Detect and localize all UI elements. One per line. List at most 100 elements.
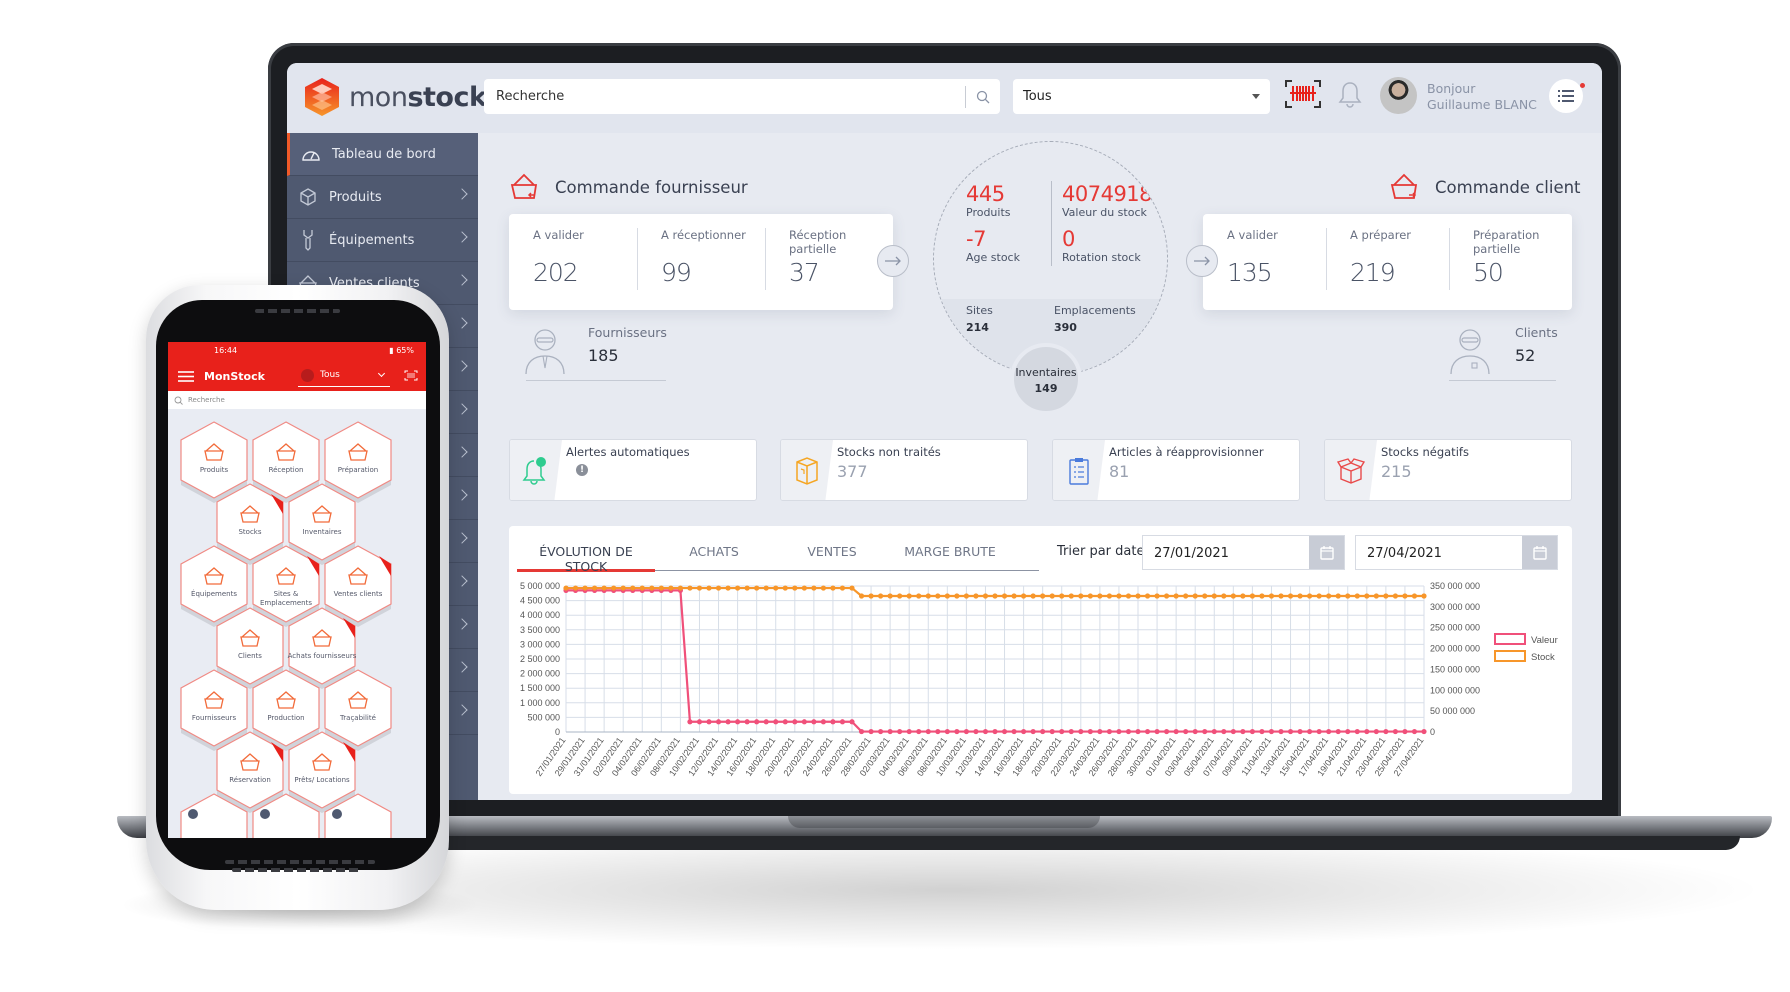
data-point-stock: [839, 585, 846, 591]
data-point-stock: [1192, 593, 1198, 599]
alert-card-untreated-stock[interactable]: Stocks non traités 377: [780, 439, 1028, 501]
sidebar-item-label: Équipements: [329, 232, 415, 248]
stat-sites[interactable]: Sites 214: [966, 302, 993, 336]
supplier-stat-to-receive[interactable]: A réceptionner 99: [637, 214, 765, 310]
clients-count[interactable]: Clients 52: [1447, 325, 1558, 375]
alert-card-restock[interactable]: Articles à réapprovisionner 81: [1052, 439, 1300, 501]
data-point-valeur: [1421, 728, 1427, 735]
data-point-stock: [849, 585, 855, 591]
module-tile-partial[interactable]: [177, 792, 251, 838]
date-to-field[interactable]: 27/04/2021: [1355, 535, 1558, 570]
y-left-tick-label: 4 000 000: [520, 610, 560, 620]
stat-products[interactable]: 445 Produits: [966, 182, 1011, 219]
main-menu-button[interactable]: [1549, 79, 1585, 113]
data-point-stock: [1183, 593, 1189, 599]
module-tile-partial[interactable]: [249, 792, 323, 838]
tab-stock-evolution[interactable]: ÉVOLUTION DE STOCK: [517, 536, 655, 574]
search-input[interactable]: Recherche: [484, 79, 1000, 114]
client-stat-partial-preparation[interactable]: Préparation partielle 50: [1449, 214, 1572, 310]
stat-locations[interactable]: Emplacements 390: [1054, 302, 1136, 336]
data-point-valeur: [1307, 728, 1313, 735]
data-point-stock: [572, 585, 579, 591]
sidebar-item-products[interactable]: Produits: [287, 176, 478, 219]
data-point-stock: [1335, 593, 1341, 599]
client-stat-to-prepare[interactable]: A préparer 219: [1326, 214, 1449, 310]
data-point-valeur: [1326, 728, 1332, 735]
stat-rotation[interactable]: 0 Rotation stock: [1062, 227, 1141, 264]
mobile-app-screen: 16:44 ▮ 65% MonStock Tous Recherche Prod…: [168, 342, 426, 838]
mobile-search-input[interactable]: Recherche: [168, 391, 426, 409]
data-point-stock: [1164, 593, 1170, 599]
data-point-valeur: [925, 728, 931, 735]
supplier-stat-to-validate[interactable]: A valider 202: [509, 214, 637, 310]
tab-sales[interactable]: VENTES: [773, 536, 891, 570]
user-avatar[interactable]: [1380, 77, 1417, 114]
module-tile-partial[interactable]: [321, 792, 395, 838]
date-from-field[interactable]: 27/01/2021: [1142, 535, 1345, 570]
data-point-valeur: [1116, 728, 1122, 735]
y-left-tick-label: 2 000 000: [520, 669, 560, 679]
circle-divider: [1051, 181, 1052, 266]
site-filter-value: Tous: [1023, 89, 1052, 104]
y-right-tick-label: 350 000 000: [1430, 581, 1480, 591]
data-point-stock: [792, 585, 798, 591]
sidebar-item-dashboard[interactable]: Tableau de bord: [287, 133, 478, 176]
inventories-bubble[interactable]: Inventaires 149: [1010, 343, 1082, 415]
y-left-tick-label: 1 500 000: [520, 683, 560, 693]
phone-top-speaker: [255, 309, 340, 313]
search-icon[interactable]: [966, 90, 1000, 104]
brand-logo[interactable]: monstock: [303, 77, 487, 117]
stat-value: 202: [533, 258, 579, 287]
data-point-stock: [611, 585, 617, 591]
data-point-valeur: [1211, 728, 1217, 735]
hexagon-shape: [252, 793, 320, 838]
data-point-valeur: [935, 728, 941, 735]
data-point-valeur: [1087, 728, 1093, 735]
supplier-arrow-button[interactable]: [877, 245, 909, 277]
basket-out-icon: [1390, 173, 1418, 199]
tab-purchases[interactable]: ACHATS: [655, 536, 773, 570]
alert-card-automatic[interactable]: Alertes automatiques !: [509, 439, 757, 501]
barcode-scan-icon[interactable]: [1284, 79, 1322, 109]
data-point-stock: [1154, 593, 1160, 599]
data-point-stock: [649, 585, 655, 591]
calendar-icon[interactable]: [1522, 536, 1557, 569]
alert-title: Stocks non traités: [837, 445, 941, 459]
module-label: Sites & Emplacements: [259, 590, 313, 607]
data-point-stock: [878, 593, 884, 599]
site-filter-select[interactable]: Tous: [1013, 79, 1270, 114]
notification-bell-icon[interactable]: [1337, 79, 1363, 109]
laptop-notch: [788, 816, 1100, 828]
y-left-tick-label: 500 000: [527, 712, 560, 722]
data-point-valeur: [1259, 728, 1265, 735]
data-point-valeur: [992, 728, 998, 735]
data-point-valeur: [811, 719, 817, 725]
client-stat-to-validate[interactable]: A valider 135: [1203, 214, 1326, 310]
suppliers-count[interactable]: Fournisseurs 185: [522, 325, 667, 375]
tab-gross-margin[interactable]: MARGE BRUTE: [891, 536, 1009, 570]
sidebar-item-label: Produits: [329, 189, 382, 205]
client-arrow-button[interactable]: [1186, 245, 1218, 277]
stat-stock-value[interactable]: 4074918 Valeur du stock: [1062, 182, 1153, 219]
y-right-tick-label: 150 000 000: [1430, 664, 1480, 674]
supplier-stat-partial-reception[interactable]: Réception partielle 37: [765, 214, 893, 310]
data-point-valeur: [754, 719, 760, 725]
stat-value: 135: [1227, 258, 1273, 287]
hamburger-menu-icon[interactable]: [178, 370, 194, 382]
chevron-right-icon: [456, 403, 468, 415]
alert-card-negative-stock[interactable]: Stocks négatifs 215: [1324, 439, 1572, 501]
calendar-icon[interactable]: [1309, 536, 1344, 569]
stat-stock-age[interactable]: -7 Age stock: [966, 227, 1020, 264]
data-point-stock: [858, 593, 865, 599]
legend-swatch-valeur: [1494, 633, 1526, 645]
data-point-valeur: [696, 719, 703, 725]
data-point-stock: [725, 585, 731, 591]
barcode-scan-icon[interactable]: [404, 370, 418, 381]
data-point-valeur: [1268, 728, 1275, 735]
data-point-valeur: [735, 719, 741, 725]
inventories-label: Inventaires: [1015, 366, 1077, 379]
sidebar-item-equipment[interactable]: Équipements: [287, 219, 478, 262]
module-icon: [204, 691, 224, 709]
suppliers-label: Fournisseurs: [588, 325, 667, 340]
mobile-site-filter[interactable]: Tous: [298, 367, 390, 387]
